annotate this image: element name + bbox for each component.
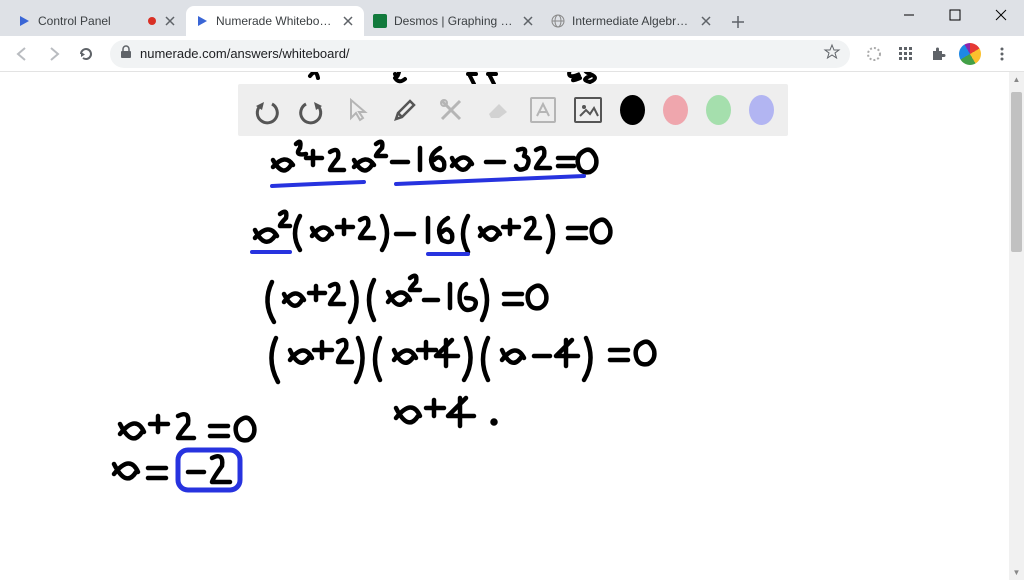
pencil-tool[interactable] [391, 93, 419, 127]
close-icon[interactable] [340, 13, 356, 29]
forward-button[interactable] [40, 40, 68, 68]
eraser-tool[interactable] [483, 93, 511, 127]
page-content: ▲ ▼ [0, 72, 1024, 580]
profile-avatar[interactable] [956, 40, 984, 68]
avatar-icon [959, 43, 981, 65]
address-bar[interactable] [110, 40, 850, 68]
close-icon[interactable] [700, 13, 712, 29]
color-purple[interactable] [749, 95, 774, 125]
scroll-down-icon[interactable]: ▼ [1009, 565, 1024, 580]
play-icon [194, 13, 210, 29]
tools-crossed-icon[interactable] [437, 93, 465, 127]
tab-title: Control Panel [38, 14, 142, 28]
close-window-button[interactable] [978, 0, 1024, 30]
minimize-button[interactable] [886, 0, 932, 30]
color-pink[interactable] [663, 95, 688, 125]
url-input[interactable] [140, 46, 816, 61]
scroll-up-icon[interactable]: ▲ [1009, 72, 1024, 87]
lock-icon [120, 45, 132, 62]
color-green[interactable] [706, 95, 731, 125]
play-icon [16, 13, 32, 29]
text-tool[interactable] [530, 97, 556, 123]
back-button[interactable] [8, 40, 36, 68]
whiteboard-toolbar [238, 84, 788, 136]
image-tool[interactable] [574, 97, 602, 123]
extension-icon[interactable] [860, 40, 888, 68]
tab-3[interactable]: Intermediate Algebra for Colle [542, 6, 720, 36]
close-icon[interactable] [162, 13, 178, 29]
chrome-menu-button[interactable] [988, 40, 1016, 68]
color-black[interactable] [620, 95, 645, 125]
whiteboard-canvas[interactable] [0, 72, 1009, 580]
star-icon[interactable] [824, 44, 840, 63]
tab-2[interactable]: Desmos | Graphing Calculator [364, 6, 542, 36]
tab-title: Intermediate Algebra for Colle [572, 14, 694, 28]
browser-toolbar [0, 36, 1024, 72]
redo-button[interactable] [298, 93, 326, 127]
handwriting-svg [0, 72, 1009, 580]
reload-button[interactable] [72, 40, 100, 68]
extensions-puzzle-icon[interactable] [924, 40, 952, 68]
undo-button[interactable] [252, 93, 280, 127]
extension-icons [860, 40, 1016, 68]
tab-1[interactable]: Numerade Whiteboard [186, 6, 364, 36]
window-controls [886, 0, 1024, 30]
new-tab-button[interactable] [724, 8, 752, 36]
browser-tabstrip: Control Panel Numerade Whiteboard Desmos… [0, 0, 1024, 36]
pointer-tool[interactable] [345, 93, 373, 127]
apps-icon[interactable] [892, 40, 920, 68]
vertical-scrollbar[interactable]: ▲ ▼ [1009, 72, 1024, 580]
audio-indicator-icon [148, 17, 156, 25]
globe-icon [550, 13, 566, 29]
desmos-icon [372, 13, 388, 29]
scrollbar-thumb[interactable] [1011, 92, 1022, 252]
tab-0[interactable]: Control Panel [8, 6, 186, 36]
close-icon[interactable] [522, 13, 534, 29]
tab-title: Numerade Whiteboard [216, 14, 334, 28]
maximize-button[interactable] [932, 0, 978, 30]
tab-title: Desmos | Graphing Calculator [394, 14, 516, 28]
